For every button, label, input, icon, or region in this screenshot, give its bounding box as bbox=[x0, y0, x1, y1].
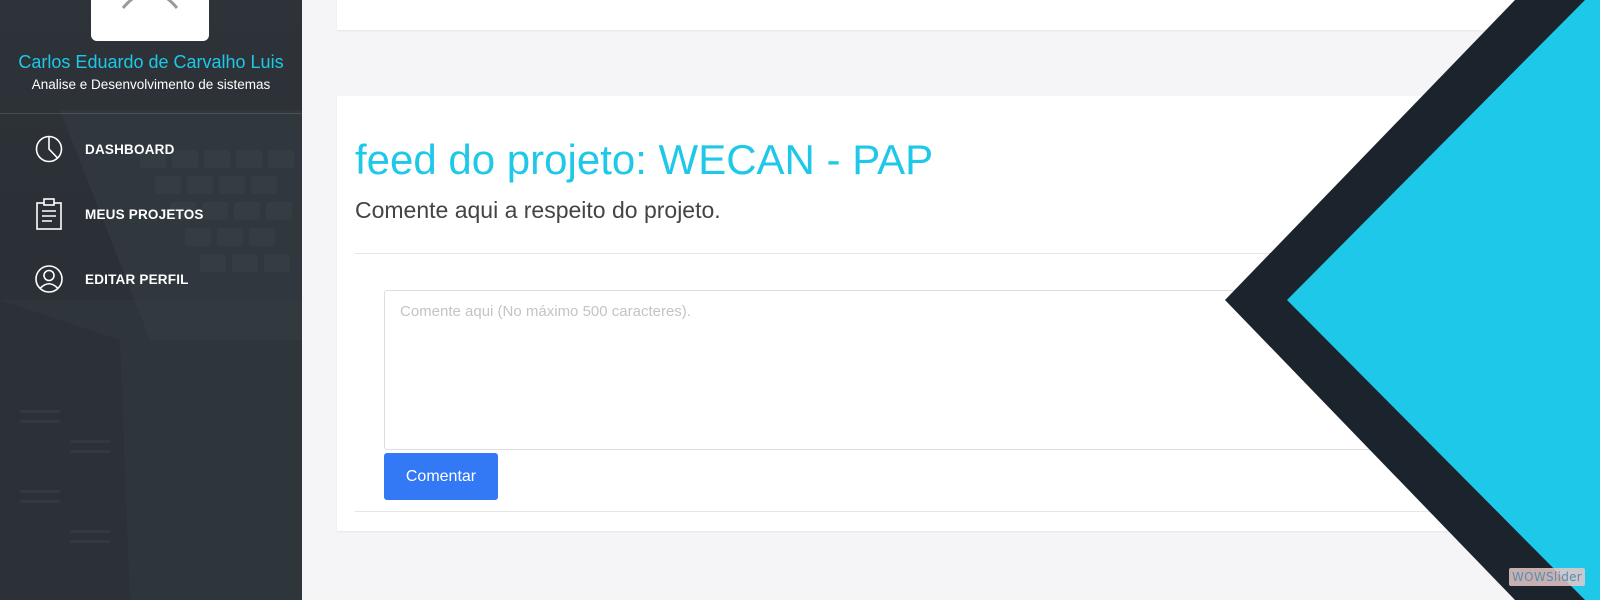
sidebar-item-label: MEUS PROJETOS bbox=[85, 206, 204, 222]
page-title: feed do projeto: WECAN - PAP bbox=[355, 136, 934, 183]
user-name: Carlos Eduardo de Carvalho Luis bbox=[18, 52, 284, 72]
wowslider-watermark[interactable]: WOWSlider bbox=[1509, 568, 1585, 586]
user-avatar-icon bbox=[121, 0, 179, 9]
comment-button[interactable]: Comentar bbox=[384, 453, 498, 500]
sidebar-item-label: EDITAR PERFIL bbox=[85, 271, 189, 287]
sidebar-item-editar-perfil[interactable]: EDITAR PERFIL bbox=[0, 254, 302, 304]
sidebar-divider bbox=[0, 113, 302, 114]
user-circle-icon bbox=[34, 264, 64, 294]
sidebar-item-label: DASHBOARD bbox=[85, 141, 175, 157]
divider bbox=[355, 511, 1585, 512]
clipboard-icon bbox=[34, 198, 64, 230]
page-subtitle: Comente aqui a respeito do projeto. bbox=[355, 197, 721, 223]
previous-card bbox=[337, 0, 1600, 30]
sidebar: Carlos Eduardo de Carvalho Luis Analise … bbox=[0, 0, 302, 600]
pie-chart-icon bbox=[34, 134, 64, 164]
avatar[interactable] bbox=[91, 0, 209, 41]
divider bbox=[355, 253, 1585, 254]
sidebar-item-meus-projetos[interactable]: MEUS PROJETOS bbox=[0, 189, 302, 239]
comment-input[interactable] bbox=[384, 290, 1574, 450]
user-role: Analise e Desenvolvimento de sistemas bbox=[31, 77, 271, 92]
feed-card: feed do projeto: WECAN - PAP Comente aqu… bbox=[337, 96, 1600, 531]
sidebar-item-dashboard[interactable]: DASHBOARD bbox=[0, 124, 302, 174]
sidebar-background-image bbox=[0, 110, 302, 600]
